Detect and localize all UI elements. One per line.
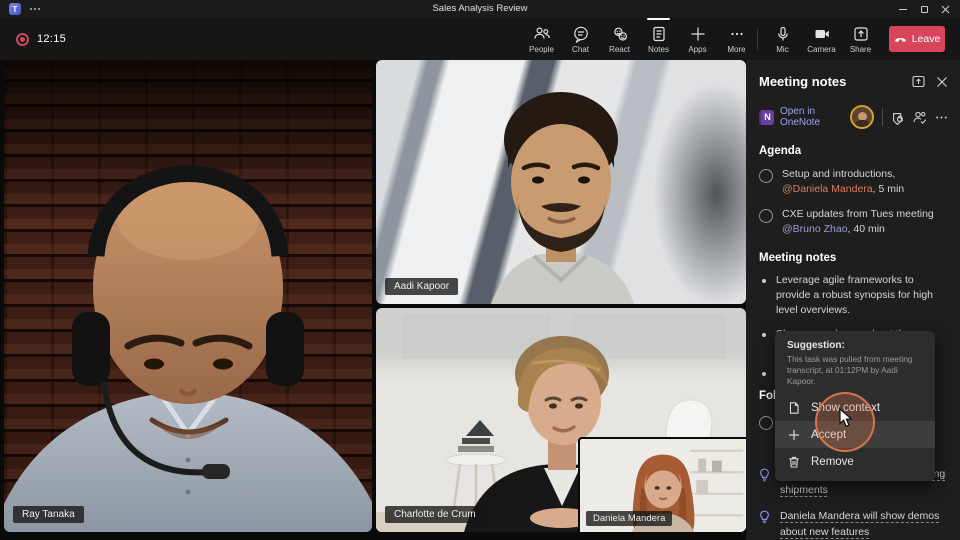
popout-panel-button[interactable] <box>911 74 926 89</box>
plus-icon <box>787 428 801 442</box>
agenda-checkbox[interactable] <box>759 169 773 183</box>
name-tag: Daniela Mandera <box>586 511 672 526</box>
notes-label: Notes <box>648 45 669 54</box>
share-button[interactable]: Share <box>841 18 880 60</box>
minimize-button[interactable] <box>892 0 914 18</box>
name-tag: Aadi Kapoor <box>385 278 458 295</box>
video-tile-ray-tanaka[interactable]: Ray Tanaka <box>4 60 372 532</box>
mention-bruno[interactable]: @Bruno Zhao <box>782 223 848 235</box>
participant-video-aadi <box>376 60 746 304</box>
video-tile-daniela-mandera[interactable]: Daniela Mandera <box>578 437 746 532</box>
recording-indicator: 12:15 <box>16 18 66 60</box>
agenda-suffix: , 5 min <box>873 183 905 195</box>
sensitivity-tag-button[interactable] <box>890 110 905 125</box>
lightbulb-icon <box>757 509 772 524</box>
maximize-button[interactable] <box>913 0 935 18</box>
agenda-item: CXE updates from Tues meeting @Bruno Zha… <box>759 207 948 237</box>
apps-button[interactable]: Apps <box>678 18 717 60</box>
notes-button[interactable]: Notes <box>639 18 678 60</box>
participant-video-ray <box>4 60 372 532</box>
bullet-icon <box>762 372 766 376</box>
note-item: Leverage agile frameworks to provide a r… <box>762 273 948 318</box>
react-label: React <box>609 45 630 54</box>
hangup-icon <box>894 33 907 46</box>
close-window-button[interactable] <box>934 0 956 18</box>
more-label: More <box>727 45 745 54</box>
react-button[interactable]: React <box>600 18 639 60</box>
panel-title: Meeting notes <box>759 74 901 89</box>
onenote-icon: N <box>759 110 774 125</box>
open-in-onenote-link[interactable]: Open in OneNote <box>780 106 850 128</box>
camera-button[interactable]: Camera <box>802 18 841 60</box>
record-icon <box>16 33 29 46</box>
people-icon <box>533 25 551 43</box>
video-tile-aadi-kapoor[interactable]: Aadi Kapoor <box>376 60 746 304</box>
bullet-icon <box>762 333 766 337</box>
people-button[interactable]: People <box>522 18 561 60</box>
agenda-suffix: , 40 min <box>848 223 885 235</box>
name-tag: Charlotte de Crum <box>385 506 485 523</box>
meeting-timer: 12:15 <box>37 33 66 45</box>
titlebar: T Sales Analysis Review <box>0 0 960 18</box>
suggested-task: Daniela Mandera will show demos about ne… <box>757 508 950 540</box>
share-label: Share <box>850 45 871 54</box>
people-check-icon <box>912 110 928 125</box>
leave-button[interactable]: Leave <box>889 26 945 52</box>
note-text: Leverage agile frameworks to provide a r… <box>776 273 948 318</box>
agenda-text: CXE updates from Tues meeting <box>782 208 934 220</box>
remove-menu-item[interactable]: Remove <box>775 448 935 475</box>
video-tile-charlotte-de-crum[interactable]: Charlotte de Crum Daniela M <box>376 308 746 532</box>
camera-label: Camera <box>807 45 835 54</box>
mic-label: Mic <box>776 45 788 54</box>
camera-icon <box>813 25 831 43</box>
task-link[interactable]: Daniela Mandera will show demos about ne… <box>780 508 950 540</box>
lightbulb-icon <box>757 467 772 482</box>
agenda-checkbox[interactable] <box>759 209 773 223</box>
mouse-cursor-icon <box>838 408 856 428</box>
toolbar-divider <box>757 28 758 50</box>
task-checkbox[interactable] <box>759 416 773 430</box>
mic-button[interactable]: Mic <box>763 18 802 60</box>
panel-more-button[interactable] <box>935 111 948 124</box>
mic-icon <box>774 25 792 43</box>
popout-icon <box>911 74 926 89</box>
attendees-sync-button[interactable] <box>912 110 928 125</box>
window-title: Sales Analysis Review <box>0 0 960 18</box>
chat-label: Chat <box>572 45 589 54</box>
suggestion-title: Suggestion: <box>775 340 935 351</box>
agenda-heading: Agenda <box>759 145 948 157</box>
teams-meeting-window: T Sales Analysis Review 12:15 People <box>0 0 960 540</box>
apps-plus-icon <box>689 25 707 43</box>
chat-button[interactable]: Chat <box>561 18 600 60</box>
trash-icon <box>787 455 801 469</box>
video-stage: Ray Tanaka Aadi Kapoor <box>0 60 746 540</box>
people-label: People <box>529 45 554 54</box>
meeting-toolbar: 12:15 People Chat <box>0 18 960 60</box>
bullet-icon <box>762 279 766 283</box>
more-icon <box>935 111 948 124</box>
divider <box>882 108 883 126</box>
more-icon <box>728 25 746 43</box>
chat-icon <box>572 25 590 43</box>
apps-label: Apps <box>688 45 706 54</box>
notes-icon <box>650 25 668 43</box>
suggestion-description: This task was pulled from meeting transc… <box>775 351 935 394</box>
document-icon <box>787 401 801 415</box>
agenda-text: Setup and introductions, <box>782 168 895 180</box>
leave-label: Leave <box>912 33 941 45</box>
close-panel-button[interactable] <box>936 76 948 88</box>
mention-daniela[interactable]: @Daniela Mandera <box>782 183 873 195</box>
share-icon <box>852 25 870 43</box>
name-tag: Ray Tanaka <box>13 506 84 523</box>
notes-active-indicator <box>647 18 670 20</box>
close-icon <box>936 76 948 88</box>
react-icon <box>611 25 629 43</box>
avatar[interactable] <box>850 105 874 129</box>
notes-heading: Meeting notes <box>759 252 948 264</box>
more-button[interactable]: More <box>717 18 756 60</box>
tag-lock-icon <box>890 110 905 125</box>
remove-label: Remove <box>811 456 854 468</box>
agenda-item: Setup and introductions, @Daniela Mander… <box>759 167 948 197</box>
